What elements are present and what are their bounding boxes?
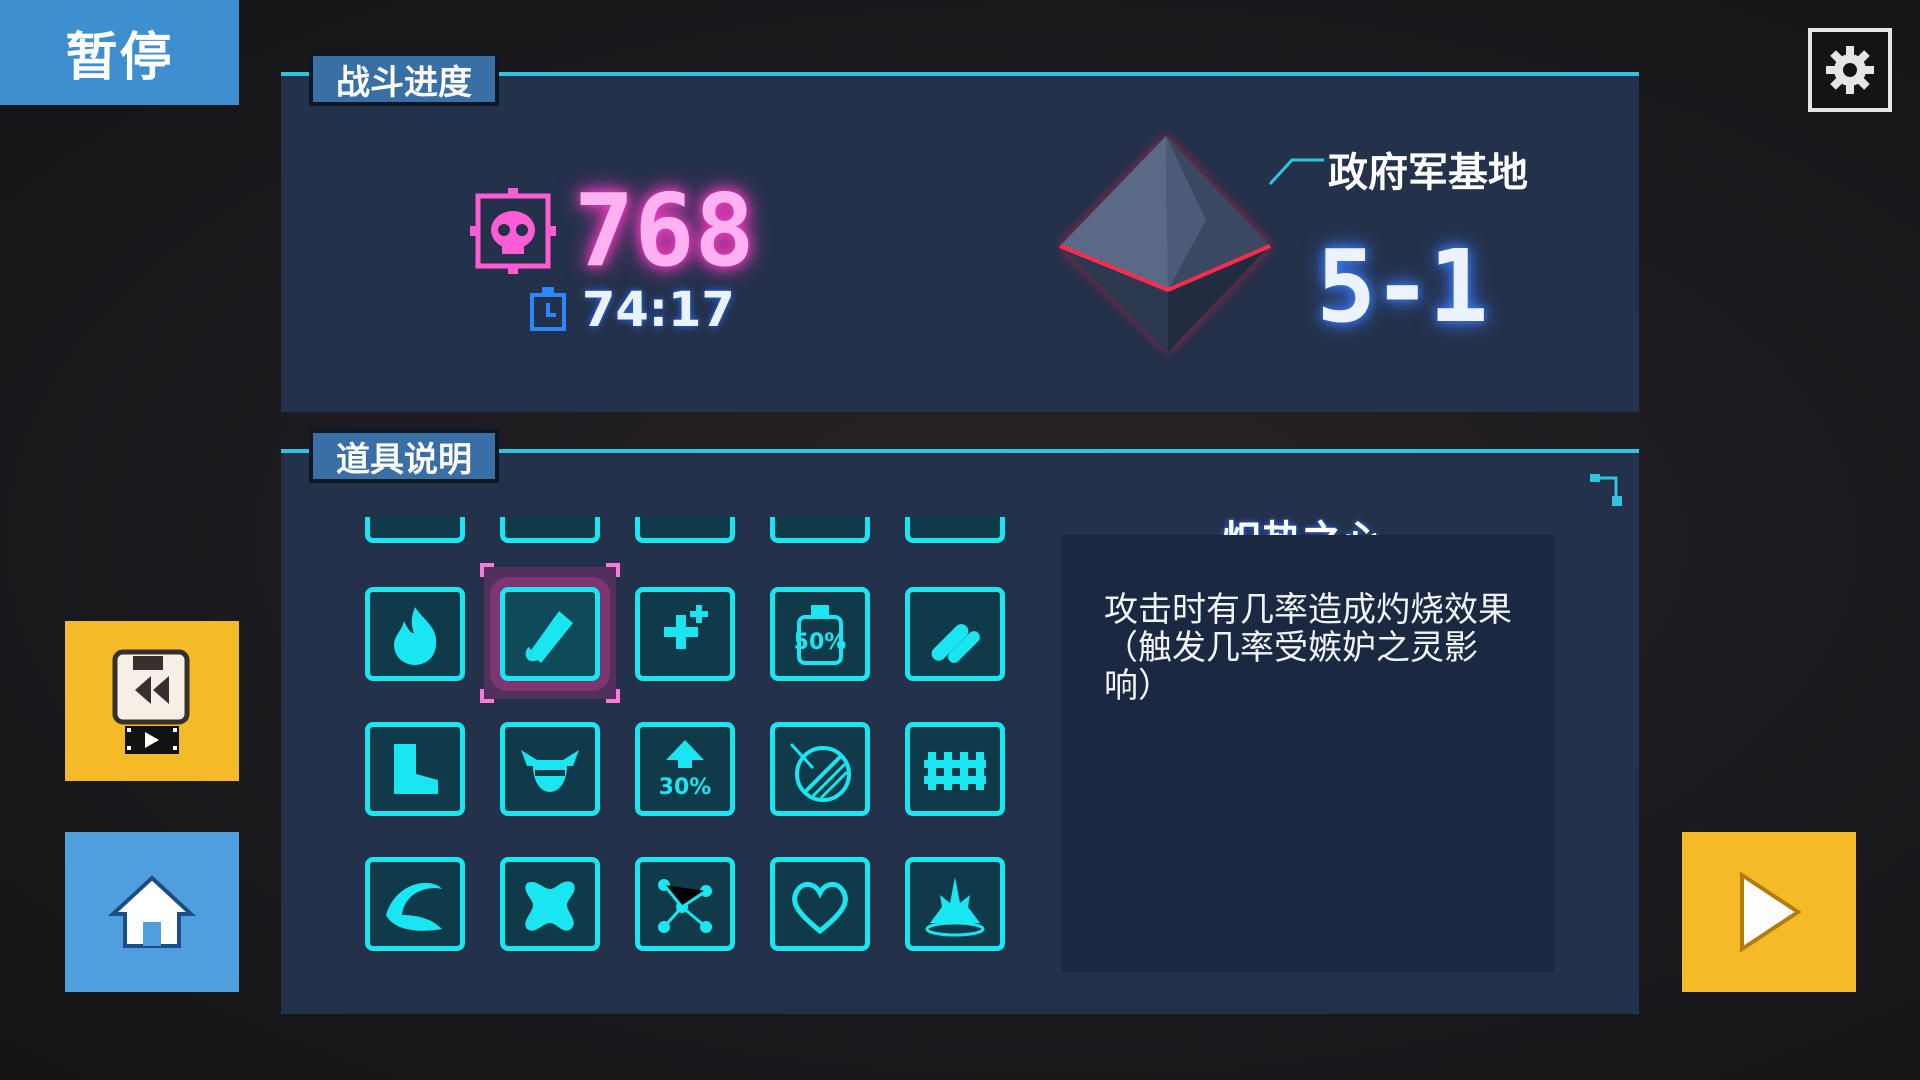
stage-name: 政府军基地 [1328,150,1528,196]
item-slot[interactable] [905,722,1005,816]
item-slot[interactable]: 30% [635,722,735,816]
item-slot[interactable]: 50% [770,587,870,681]
item-slot[interactable] [905,857,1005,951]
battle-timer: 74:17 [528,282,735,338]
item-percent-label: 30% [659,775,712,800]
stopwatch-icon [530,287,566,331]
heart-icon [792,882,848,935]
item-detail-box: 攻击时有几率造成灼烧效果（触发几率受嫉妒之灵影响） [1062,535,1554,972]
resume-button[interactable] [1682,832,1856,992]
item-slot[interactable] [770,722,870,816]
crosses-heal-icon [664,605,708,649]
pause-title: 暂停 [0,0,239,105]
item-slot[interactable] [500,722,600,816]
item-slot[interactable] [770,857,870,951]
fence-icon [924,752,986,790]
elapsed-time: 74:17 [582,282,735,338]
settings-button[interactable] [1808,28,1892,112]
item-slot[interactable] [500,857,600,951]
item-percent-label: 50% [794,630,847,655]
item-slot-partial[interactable] [500,517,600,543]
item-slot[interactable] [635,857,735,951]
home-icon [107,875,197,948]
item-slot-partial[interactable] [770,517,870,543]
skull-target-icon [470,187,556,274]
item-slot-partial[interactable] [635,517,735,543]
nodes-icon [658,879,712,933]
burning-sword-icon [525,611,573,663]
potion-50-icon: 50% [794,605,847,665]
item-description-label: 道具说明 [309,429,499,483]
rewind-save-icon [112,649,190,754]
item-description: 攻击时有几率造成灼烧效果（触发几率受嫉妒之灵影响） [1104,590,1512,706]
item-slot[interactable] [500,587,600,681]
flame-icon [394,607,437,665]
up-arrow-30-icon: 30% [659,740,712,800]
boot-icon [394,744,438,794]
item-slot[interactable] [635,587,735,681]
item-slot[interactable] [365,722,465,816]
play-icon [1740,871,1802,953]
battle-progress-label: 战斗进度 [309,52,499,106]
winged-helmet-icon [521,750,579,792]
stage-crystal-icon [1059,136,1271,352]
kill-count: 768 [574,172,755,289]
shield-orb-icon [789,742,851,802]
home-button[interactable] [65,832,239,992]
item-slot[interactable] [365,587,465,681]
item-slot-partial[interactable] [905,517,1005,543]
item-slot-partial[interactable] [365,517,465,543]
splat-icon [525,881,575,931]
gear-icon [1826,46,1874,94]
expand-icon[interactable] [1588,472,1624,508]
item-slot[interactable] [905,587,1005,681]
replay-button[interactable] [65,621,239,781]
missiles-icon [931,624,980,663]
stage-pointer-line [1268,158,1324,186]
wave-icon [386,882,442,931]
stage-number: 5-1 [1316,228,1489,345]
explosion-icon [925,877,985,937]
kill-counter: 768 [470,172,755,289]
item-slot[interactable] [365,857,465,951]
